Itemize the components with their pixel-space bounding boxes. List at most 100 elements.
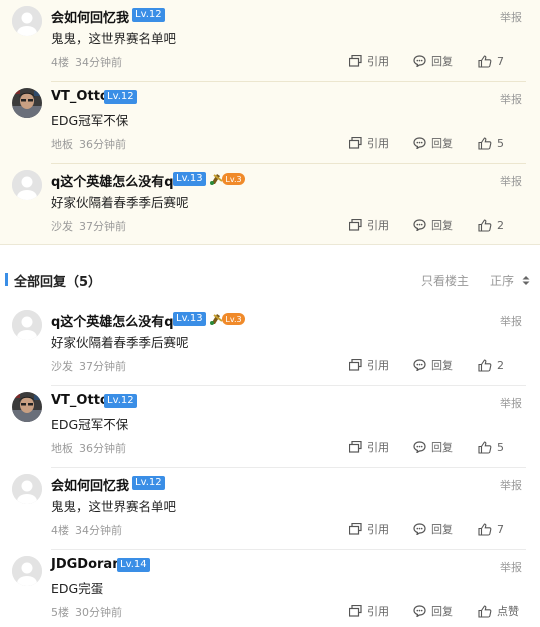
reply-icon: [413, 219, 426, 231]
level-badge: Lv.12: [132, 8, 165, 22]
fan-level-badge: Lv.3: [210, 173, 245, 185]
level-badge: Lv.12: [104, 90, 137, 104]
comment-content: EDG冠军不保: [51, 113, 129, 128]
quote-button[interactable]: 引用: [349, 135, 389, 151]
report-button[interactable]: 举报: [500, 91, 522, 107]
reply-item: q这个英雄怎么没有q Lv.13 Lv.3 举报 好家伙隔着春季季后赛呢 沙发 3…: [0, 304, 540, 386]
floor-label: 4楼: [51, 524, 69, 537]
reply-button[interactable]: 回复: [413, 217, 453, 233]
report-button[interactable]: 举报: [500, 173, 522, 189]
svg-text:Lv.3: Lv.3: [225, 315, 241, 324]
thumbs-up-icon: [478, 358, 492, 372]
avatar[interactable]: [12, 170, 42, 200]
reply-button[interactable]: 回复: [413, 357, 453, 373]
timestamp: 30分钟前: [75, 606, 122, 619]
avatar[interactable]: [12, 556, 42, 586]
section-accent-bar: [5, 273, 8, 286]
quote-button[interactable]: 引用: [349, 521, 389, 537]
thumbs-up-icon: [478, 522, 492, 536]
username[interactable]: q这个英雄怎么没有q: [51, 171, 174, 190]
comment-content: 好家伙隔着春季季后赛呢: [51, 195, 189, 210]
comment-meta: 4楼 34分钟前: [51, 54, 122, 70]
reply-item: 会如何回忆我 Lv.12 举报 鬼鬼，这世界赛名单吧 4楼 34分钟前 引用 回复…: [0, 468, 540, 550]
timestamp: 37分钟前: [79, 360, 126, 373]
comment-meta: 地板 36分钟前: [51, 440, 126, 456]
floor-label: 5楼: [51, 606, 69, 619]
sort-order-button[interactable]: 正序: [490, 272, 514, 289]
reply-button[interactable]: 回复: [413, 439, 453, 455]
avatar[interactable]: [12, 88, 42, 118]
username[interactable]: VT_Otto: [51, 393, 109, 408]
username[interactable]: VT_Otto: [51, 89, 109, 104]
comment-meta: 沙发 37分钟前: [51, 218, 126, 234]
reply-button[interactable]: 回复: [413, 521, 453, 537]
thumbs-up-icon: [478, 440, 492, 454]
comment-item: VT_Otto Lv.12 举报 EDG冠军不保 地板 36分钟前 引用 回复 5: [0, 82, 540, 164]
username[interactable]: q这个英雄怎么没有q: [51, 311, 174, 330]
username[interactable]: 会如何回忆我: [51, 475, 129, 494]
like-button[interactable]: 点赞: [478, 603, 519, 619]
comment-meta: 4楼 34分钟前: [51, 522, 122, 538]
level-badge: Lv.14: [117, 558, 150, 572]
avatar[interactable]: [12, 6, 42, 36]
report-button[interactable]: 举报: [500, 395, 522, 411]
reply-button[interactable]: 回复: [413, 53, 453, 69]
quote-button[interactable]: 引用: [349, 217, 389, 233]
avatar[interactable]: [12, 310, 42, 340]
reply-icon: [413, 359, 426, 371]
floor-label: 沙发: [51, 220, 73, 233]
quote-icon: [349, 605, 362, 617]
comment-content: 鬼鬼，这世界赛名单吧: [51, 499, 177, 514]
like-button[interactable]: 2: [478, 357, 504, 373]
quote-icon: [349, 441, 362, 453]
timestamp: 36分钟前: [79, 138, 126, 151]
quoted-comments-panel: 会如何回忆我 Lv.12 举报 鬼鬼，这世界赛名单吧 4楼 34分钟前 引用 回复…: [0, 0, 540, 245]
sort-toggle-icon[interactable]: [522, 276, 530, 285]
quote-icon: [349, 55, 362, 67]
username[interactable]: 会如何回忆我: [51, 7, 129, 26]
quote-icon: [349, 137, 362, 149]
reply-button[interactable]: 回复: [413, 135, 453, 151]
quote-button[interactable]: 引用: [349, 357, 389, 373]
level-badge: Lv.12: [104, 394, 137, 408]
like-button[interactable]: 5: [478, 439, 504, 455]
comment-content: 鬼鬼，这世界赛名单吧: [51, 31, 177, 46]
quote-button[interactable]: 引用: [349, 53, 389, 69]
level-badge: Lv.13: [173, 172, 206, 186]
like-button[interactable]: 2: [478, 217, 504, 233]
thumbs-up-icon: [478, 218, 492, 232]
reply-icon: [413, 605, 426, 617]
report-button[interactable]: 举报: [500, 559, 522, 575]
like-button[interactable]: 7: [478, 53, 504, 69]
like-button[interactable]: 7: [478, 521, 504, 537]
thumbs-up-icon: [478, 136, 492, 150]
avatar[interactable]: [12, 474, 42, 504]
level-badge: Lv.12: [132, 476, 165, 490]
quote-icon: [349, 359, 362, 371]
thumbs-up-icon: [478, 604, 492, 618]
comment-content: 好家伙隔着春季季后赛呢: [51, 335, 189, 350]
reply-item: JDGDoran Lv.14 举报 EDG完蛋 5楼 30分钟前 引用 回复 点赞: [0, 550, 540, 627]
avatar[interactable]: [12, 392, 42, 422]
quote-icon: [349, 523, 362, 535]
like-button[interactable]: 5: [478, 135, 504, 151]
quote-button[interactable]: 引用: [349, 439, 389, 455]
comment-meta: 地板 36分钟前: [51, 136, 126, 152]
thumbs-up-icon: [478, 54, 492, 68]
reply-button[interactable]: 回复: [413, 603, 453, 619]
quote-button[interactable]: 引用: [349, 603, 389, 619]
report-button[interactable]: 举报: [500, 9, 522, 25]
floor-label: 沙发: [51, 360, 73, 373]
svg-text:Lv.3: Lv.3: [225, 175, 241, 184]
timestamp: 37分钟前: [79, 220, 126, 233]
username[interactable]: JDGDoran: [51, 557, 121, 572]
report-button[interactable]: 举报: [500, 477, 522, 493]
all-replies-header: 全部回复（5） 只看楼主 正序: [0, 265, 540, 295]
only-op-button[interactable]: 只看楼主: [421, 272, 469, 289]
floor-label: 地板: [51, 442, 73, 455]
comment-meta: 5楼 30分钟前: [51, 604, 122, 620]
reply-item: VT_Otto Lv.12 举报 EDG冠军不保 地板 36分钟前 引用 回复 5: [0, 386, 540, 468]
report-button[interactable]: 举报: [500, 313, 522, 329]
comment-content: EDG完蛋: [51, 581, 104, 596]
quote-icon: [349, 219, 362, 231]
